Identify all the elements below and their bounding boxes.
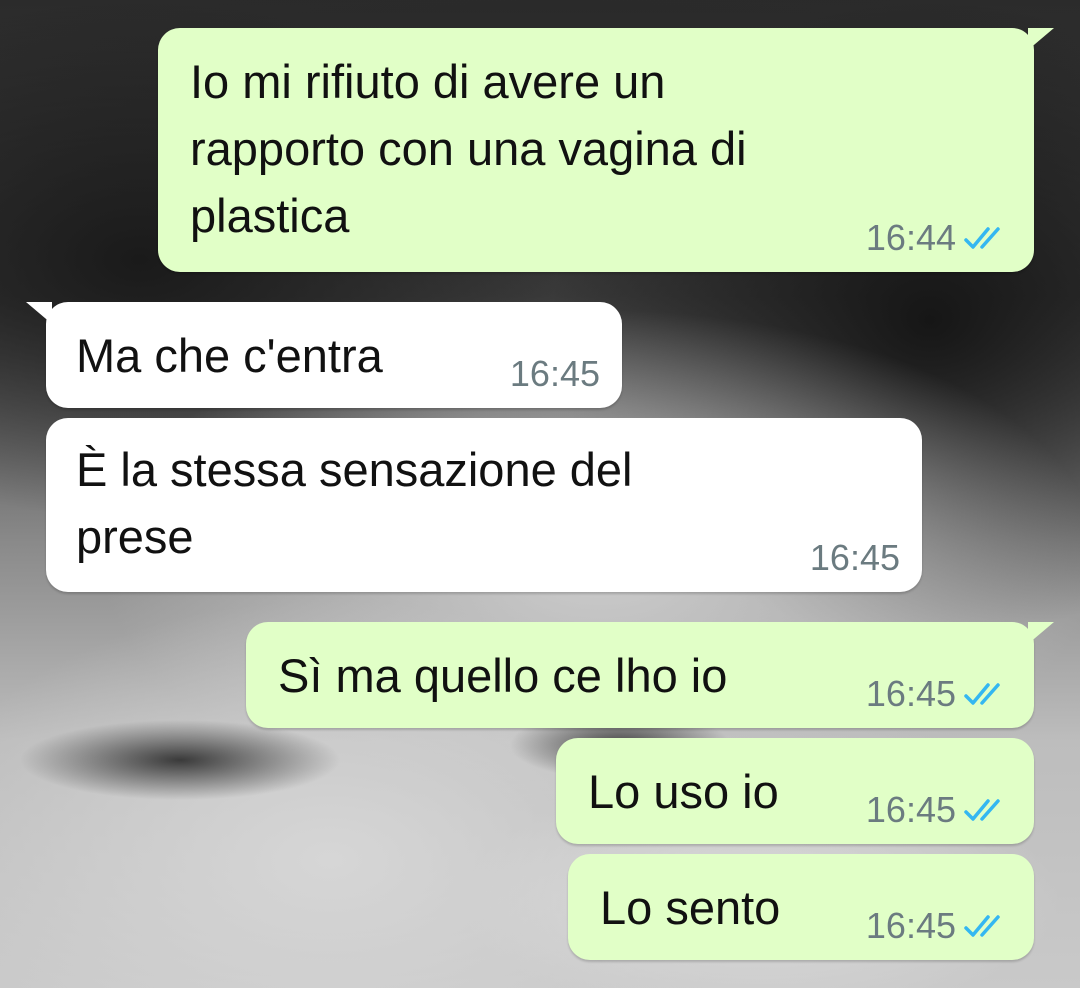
message-bubble-outgoing[interactable]: Io mi rifiuto di avere un rapporto con u… bbox=[158, 28, 1054, 272]
message-time: 16:45 bbox=[865, 673, 956, 714]
bubble-tail bbox=[1028, 28, 1054, 50]
double-check-icon bbox=[964, 683, 1000, 705]
message-text: È la stessa sensazione del prese bbox=[76, 443, 633, 563]
message-meta: 16:45 bbox=[510, 354, 600, 394]
double-check-icon bbox=[964, 915, 1000, 937]
message-time: 16:45 bbox=[865, 789, 956, 830]
double-check-icon bbox=[964, 227, 1000, 249]
message-text: Lo uso io bbox=[588, 765, 779, 818]
message-meta: 16:45 bbox=[866, 906, 1008, 946]
message-bubble-outgoing[interactable]: Sì ma quello ce lho io 16:45 bbox=[246, 622, 1054, 728]
message-time: 16:45 bbox=[509, 353, 600, 394]
message-text: Io mi rifiuto di avere un rapporto con u… bbox=[190, 55, 747, 242]
message-bubble-incoming[interactable]: È la stessa sensazione del prese 16:45 bbox=[46, 418, 922, 592]
double-check-icon bbox=[964, 799, 1000, 821]
message-bubble-outgoing[interactable]: Lo uso io 16:45 bbox=[556, 738, 1034, 844]
message-bubble-outgoing[interactable]: Lo sento 16:45 bbox=[568, 854, 1034, 960]
message-text: Sì ma quello ce lho io bbox=[278, 649, 728, 702]
message-meta: 16:45 bbox=[810, 538, 900, 578]
message-text: Lo sento bbox=[600, 881, 781, 934]
message-meta: 16:45 bbox=[866, 674, 1008, 714]
message-text: Ma che c'entra bbox=[76, 329, 383, 382]
message-time: 16:44 bbox=[865, 217, 956, 258]
message-time: 16:45 bbox=[865, 905, 956, 946]
message-bubble-incoming[interactable]: Ma che c'entra 16:45 bbox=[26, 302, 622, 408]
bubble-tail bbox=[1028, 622, 1054, 644]
bubble-tail bbox=[26, 302, 52, 324]
message-time: 16:45 bbox=[809, 537, 900, 578]
message-meta: 16:45 bbox=[866, 790, 1008, 830]
message-meta: 16:44 bbox=[866, 218, 1008, 258]
